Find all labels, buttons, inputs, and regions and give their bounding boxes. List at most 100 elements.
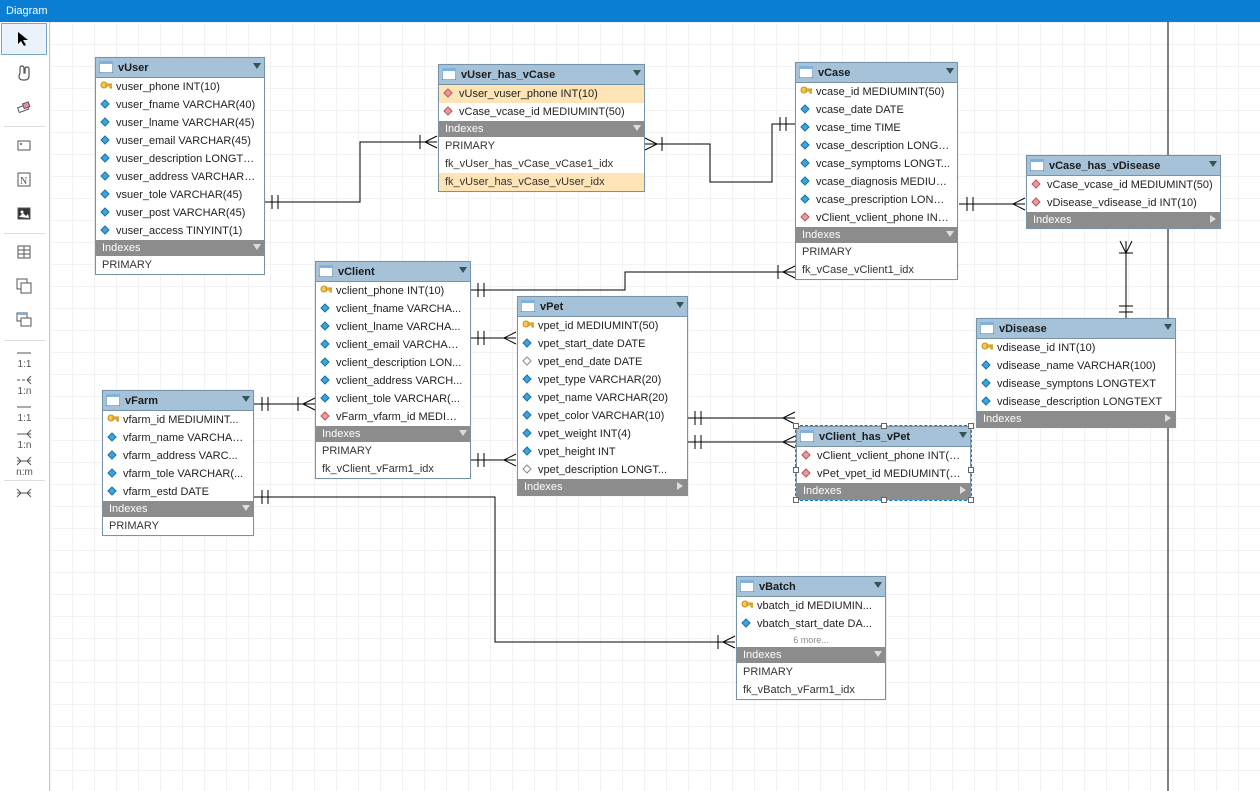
entity-vclient-has-vpet[interactable]: vClient_has_vPet vClient_vclient_phone I…	[796, 426, 971, 500]
column[interactable]: vuser_fname VARCHAR(40)	[96, 96, 264, 114]
tool-pan[interactable]	[0, 56, 48, 90]
entity-vuser-has-vcase[interactable]: vUser_has_vCase vUser_vuser_phone INT(10…	[438, 64, 645, 192]
column[interactable]: vfarm_name VARCHAR...	[103, 429, 253, 447]
column[interactable]: vfarm_address VARC...	[103, 447, 253, 465]
column[interactable]: vClient_vclient_phone INT(1...	[796, 209, 957, 227]
section-indexes[interactable]: Indexes	[96, 240, 264, 256]
entity-vcase[interactable]: vCase vcase_id MEDIUMINT(50)vcase_date D…	[795, 62, 958, 280]
column[interactable]: vPet_vpet_id MEDIUMINT(50)	[797, 465, 970, 483]
entity-vpet[interactable]: vPet vpet_id MEDIUMINT(50)vpet_start_dat…	[517, 296, 688, 496]
section-indexes[interactable]: Indexes	[316, 426, 470, 442]
tool-rel-extra[interactable]	[0, 483, 48, 503]
column[interactable]: vcase_diagnosis MEDIUM...	[796, 173, 957, 191]
section-indexes[interactable]: Indexes	[518, 479, 687, 495]
column[interactable]: vdisease_id INT(10)	[977, 339, 1175, 357]
column[interactable]: vpet_start_date DATE	[518, 335, 687, 353]
column[interactable]: vuser_phone INT(10)	[96, 78, 264, 96]
column[interactable]: vcase_description LONGT...	[796, 137, 957, 155]
column[interactable]: vbatch_id MEDIUMIN...	[737, 597, 885, 615]
column[interactable]: vpet_end_date DATE	[518, 353, 687, 371]
column[interactable]: vUser_vuser_phone INT(10)	[439, 85, 644, 103]
index-entry[interactable]: PRIMARY	[96, 256, 264, 274]
column[interactable]: vclient_tole VARCHAR(...	[316, 390, 470, 408]
more-rows[interactable]: 6 more...	[737, 633, 885, 647]
column[interactable]: vuser_access TINYINT(1)	[96, 222, 264, 240]
column[interactable]: vcase_time TIME	[796, 119, 957, 137]
section-indexes[interactable]: Indexes	[439, 121, 644, 137]
column[interactable]: vpet_weight INT(4)	[518, 425, 687, 443]
section-indexes[interactable]: Indexes	[1027, 212, 1220, 228]
entity-vdisease[interactable]: vDisease vdisease_id INT(10)vdisease_nam…	[976, 318, 1176, 428]
index-entry[interactable]: PRIMARY	[796, 243, 957, 261]
index-entry[interactable]: fk_vClient_vFarm1_idx	[316, 460, 470, 478]
entity-header[interactable]: vDisease	[977, 319, 1175, 339]
index-entry[interactable]: fk_vBatch_vFarm1_idx	[737, 681, 885, 699]
index-entry[interactable]: fk_vUser_has_vCase_vUser_idx	[439, 173, 644, 191]
section-indexes[interactable]: Indexes	[103, 501, 253, 517]
entity-header[interactable]: vCase_has_vDisease	[1027, 156, 1220, 176]
index-entry[interactable]: fk_vCase_vClient1_idx	[796, 261, 957, 279]
column[interactable]: vfarm_tole VARCHAR(...	[103, 465, 253, 483]
entity-vuser[interactable]: vUser vuser_phone INT(10)vuser_fname VAR…	[95, 57, 265, 275]
column[interactable]: vdisease_symptons LONGTEXT	[977, 375, 1175, 393]
entity-vclient[interactable]: vClient vclient_phone INT(10)vclient_fna…	[315, 261, 471, 479]
tool-image[interactable]	[0, 197, 48, 231]
entity-header[interactable]: vClient	[316, 262, 470, 282]
column[interactable]: vpet_color VARCHAR(10)	[518, 407, 687, 425]
section-indexes[interactable]: Indexes	[977, 411, 1175, 427]
tool-note[interactable]	[0, 163, 48, 197]
column[interactable]: vClient_vclient_phone INT(10)	[797, 447, 970, 465]
column[interactable]: vclient_email VARCHAR...	[316, 336, 470, 354]
tool-tables[interactable]	[0, 270, 48, 304]
index-entry[interactable]: fk_vUser_has_vCase_vCase1_idx	[439, 155, 644, 173]
column[interactable]: vcase_date DATE	[796, 101, 957, 119]
column[interactable]: vpet_id MEDIUMINT(50)	[518, 317, 687, 335]
entity-vbatch[interactable]: vBatch vbatch_id MEDIUMIN...vbatch_start…	[736, 576, 886, 700]
column[interactable]: vpet_type VARCHAR(20)	[518, 371, 687, 389]
column[interactable]: vclient_address VARCH...	[316, 372, 470, 390]
column[interactable]: vclient_fname VARCHA...	[316, 300, 470, 318]
tool-cursor[interactable]	[1, 23, 47, 55]
section-indexes[interactable]: Indexes	[796, 227, 957, 243]
section-indexes[interactable]: Indexes	[737, 647, 885, 663]
column[interactable]: vuser_description LONGTEXT	[96, 150, 264, 168]
column[interactable]: vcase_id MEDIUMINT(50)	[796, 83, 957, 101]
column[interactable]: vDisease_vdisease_id INT(10)	[1027, 194, 1220, 212]
column[interactable]: vCase_vcase_id MEDIUMINT(50)	[439, 103, 644, 121]
entity-header[interactable]: vPet	[518, 297, 687, 317]
column[interactable]: vsuer_tole VARCHAR(45)	[96, 186, 264, 204]
column[interactable]: vCase_vcase_id MEDIUMINT(50)	[1027, 176, 1220, 194]
entity-header[interactable]: vBatch	[737, 577, 885, 597]
tool-layer[interactable]	[0, 129, 48, 163]
column[interactable]: vfarm_estd DATE	[103, 483, 253, 501]
index-entry[interactable]: PRIMARY	[316, 442, 470, 460]
column[interactable]: vdisease_description LONGTEXT	[977, 393, 1175, 411]
entity-header[interactable]: vClient_has_vPet	[797, 427, 970, 447]
column[interactable]: vpet_name VARCHAR(20)	[518, 389, 687, 407]
column[interactable]: vfarm_id MEDIUMINT...	[103, 411, 253, 429]
entity-header[interactable]: vUser_has_vCase	[439, 65, 644, 85]
tool-view[interactable]	[0, 304, 48, 338]
entity-header[interactable]: vUser	[96, 58, 264, 78]
tool-table[interactable]	[0, 236, 48, 270]
column[interactable]: vclient_lname VARCHA...	[316, 318, 470, 336]
entity-vcase-has-vdisease[interactable]: vCase_has_vDisease vCase_vcase_id MEDIUM…	[1026, 155, 1221, 229]
column[interactable]: vuser_post VARCHAR(45)	[96, 204, 264, 222]
column[interactable]: vuser_address VARCHAR(100)	[96, 168, 264, 186]
index-entry[interactable]: PRIMARY	[737, 663, 885, 681]
entity-header[interactable]: vCase	[796, 63, 957, 83]
diagram-canvas[interactable]: vUser vuser_phone INT(10)vuser_fname VAR…	[50, 22, 1260, 791]
entity-header[interactable]: vFarm	[103, 391, 253, 411]
column[interactable]: vuser_email VARCHAR(45)	[96, 132, 264, 150]
column[interactable]: vpet_height INT	[518, 443, 687, 461]
index-entry[interactable]: PRIMARY	[439, 137, 644, 155]
entity-vfarm[interactable]: vFarm vfarm_id MEDIUMINT...vfarm_name VA…	[102, 390, 254, 536]
column[interactable]: vdisease_name VARCHAR(100)	[977, 357, 1175, 375]
tool-eraser[interactable]	[0, 90, 48, 124]
index-entry[interactable]: PRIMARY	[103, 517, 253, 535]
column[interactable]: vclient_description LON...	[316, 354, 470, 372]
column[interactable]: vclient_phone INT(10)	[316, 282, 470, 300]
column[interactable]: vcase_prescription LONG...	[796, 191, 957, 209]
column[interactable]: vbatch_start_date DA...	[737, 615, 885, 633]
column[interactable]: vcase_symptoms LONGT...	[796, 155, 957, 173]
